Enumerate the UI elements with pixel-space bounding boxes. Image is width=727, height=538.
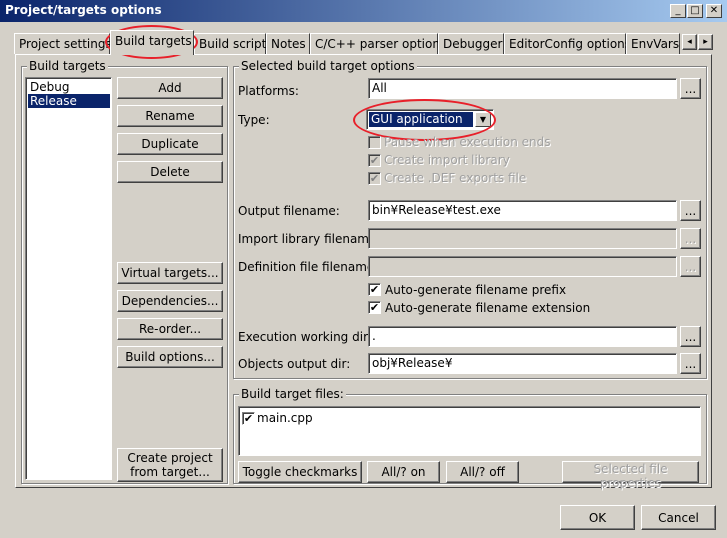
tab-project-settings[interactable]: Project settings bbox=[14, 33, 112, 54]
auto-extension-checkbox[interactable]: ✔ bbox=[368, 301, 381, 314]
auto-prefix-label: Auto-generate filename prefix bbox=[385, 283, 567, 297]
output-filename-browse-button[interactable]: ... bbox=[680, 200, 701, 221]
dependencies-button[interactable]: Dependencies... bbox=[117, 290, 223, 312]
type-combo-value: GUI application bbox=[369, 112, 473, 127]
rename-button[interactable]: Rename bbox=[117, 105, 223, 127]
platforms-label: Platforms: bbox=[238, 84, 299, 98]
import-library-checkbox: ✔ bbox=[368, 154, 381, 167]
window-title: Project/targets options bbox=[5, 3, 162, 17]
auto-extension-label: Auto-generate filename extension bbox=[385, 301, 591, 315]
build-targets-list[interactable]: Debug Release bbox=[25, 77, 112, 480]
files-group-title: Build target files: bbox=[239, 387, 346, 401]
type-label: Type: bbox=[238, 113, 270, 127]
tab-build-scripts[interactable]: Build scripts bbox=[194, 33, 273, 54]
objects-dir-label: Objects output dir: bbox=[238, 357, 351, 371]
working-dir-field[interactable]: . bbox=[368, 326, 677, 347]
virtual-targets-button[interactable]: Virtual targets... bbox=[117, 262, 223, 284]
import-filename-field bbox=[368, 228, 677, 249]
all-off-button[interactable]: All/? off bbox=[446, 461, 519, 483]
platforms-browse-button[interactable]: ... bbox=[680, 78, 701, 99]
output-filename-field[interactable]: bin¥Release¥test.exe bbox=[368, 200, 677, 221]
auto-prefix-checkbox[interactable]: ✔ bbox=[368, 283, 381, 296]
def-filename-browse-button: ... bbox=[680, 256, 701, 277]
tab-editorconfig[interactable]: EditorConfig options bbox=[504, 33, 631, 54]
duplicate-button[interactable]: Duplicate bbox=[117, 133, 223, 155]
objects-dir-field[interactable]: obj¥Release¥ bbox=[368, 353, 677, 374]
import-filename-browse-button: ... bbox=[680, 228, 701, 249]
pause-checkbox bbox=[368, 136, 381, 149]
selected-file-properties-button: Selected file properties bbox=[562, 461, 699, 490]
working-dir-browse-button[interactable]: ... bbox=[680, 326, 701, 347]
def-exports-label: Create .DEF exports file bbox=[384, 171, 527, 185]
file-checkbox[interactable]: ✔ bbox=[242, 412, 255, 425]
def-exports-checkbox: ✔ bbox=[368, 172, 381, 185]
files-list[interactable]: ✔ main.cpp bbox=[238, 406, 701, 456]
output-filename-label: Output filename: bbox=[238, 204, 340, 218]
reorder-button[interactable]: Re-order... bbox=[117, 318, 223, 340]
cancel-button[interactable]: Cancel bbox=[641, 505, 716, 530]
import-filename-label: Import library filename: bbox=[238, 232, 381, 246]
all-on-button[interactable]: All/? on bbox=[367, 461, 440, 483]
ok-button[interactable]: OK bbox=[560, 505, 635, 530]
delete-button[interactable]: Delete bbox=[117, 161, 223, 183]
options-group-title: Selected build target options bbox=[239, 59, 417, 73]
create-project-line2: from target... bbox=[130, 465, 210, 479]
platforms-field[interactable]: All bbox=[368, 78, 677, 99]
chevron-down-icon[interactable]: ▼ bbox=[475, 112, 491, 127]
tab-envvars[interactable]: EnvVars bbox=[626, 33, 680, 54]
pause-label: Pause when execution ends bbox=[384, 135, 551, 149]
title-bar: Project/targets options _ □ ✕ bbox=[0, 0, 727, 22]
file-item-main-cpp[interactable]: main.cpp bbox=[257, 411, 313, 425]
maximize-button[interactable]: □ bbox=[687, 4, 703, 18]
tab-notes[interactable]: Notes bbox=[266, 33, 310, 54]
add-button[interactable]: Add bbox=[117, 77, 223, 99]
tab-cpp-parser[interactable]: C/C++ parser options bbox=[310, 33, 446, 54]
create-project-from-target-button[interactable]: Create project from target... bbox=[117, 448, 223, 482]
build-options-button[interactable]: Build options... bbox=[117, 346, 223, 368]
build-targets-group-title: Build targets bbox=[27, 59, 108, 73]
def-filename-label: Definition file filename: bbox=[238, 260, 379, 274]
tab-build-targets[interactable]: Build targets bbox=[110, 30, 194, 55]
def-filename-field bbox=[368, 256, 677, 277]
list-item-release[interactable]: Release bbox=[28, 94, 110, 108]
tab-debugger[interactable]: Debugger bbox=[438, 33, 504, 54]
create-project-line1: Create project bbox=[127, 451, 213, 465]
working-dir-label: Execution working dir: bbox=[238, 330, 372, 344]
tab-scroll-right-button[interactable]: ▸ bbox=[698, 34, 713, 50]
tab-scroll-left-button[interactable]: ◂ bbox=[682, 34, 697, 50]
toggle-checkmarks-button[interactable]: Toggle checkmarks bbox=[238, 461, 362, 483]
type-combo[interactable]: GUI application ▼ bbox=[366, 109, 494, 130]
minimize-button[interactable]: _ bbox=[670, 4, 686, 18]
close-button[interactable]: ✕ bbox=[706, 4, 722, 18]
objects-dir-browse-button[interactable]: ... bbox=[680, 353, 701, 374]
list-item-debug[interactable]: Debug bbox=[28, 80, 110, 94]
import-library-label: Create import library bbox=[384, 153, 510, 167]
